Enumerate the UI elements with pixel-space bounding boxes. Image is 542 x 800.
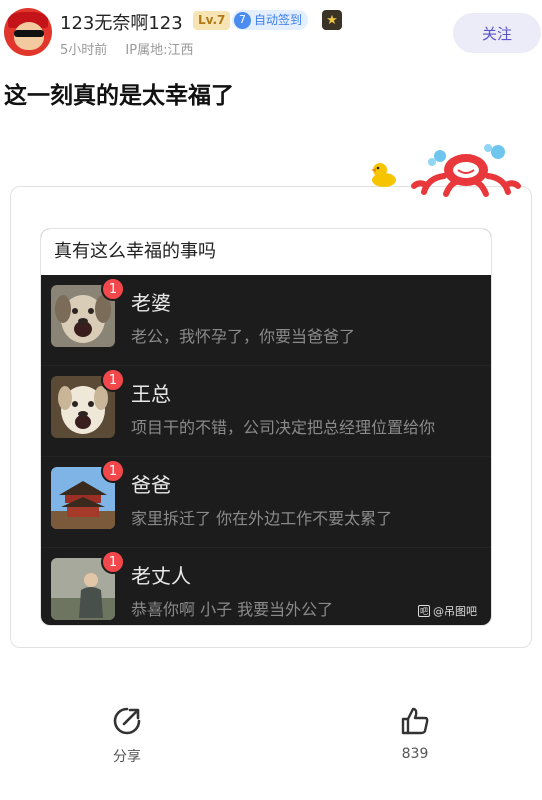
unread-badge: 1 xyxy=(101,277,125,301)
chat-name: 爸爸 xyxy=(131,473,171,497)
avatar-glasses xyxy=(14,30,44,37)
screenshot-title: 真有这么幸福的事吗 xyxy=(41,229,491,275)
chat-name: 王总 xyxy=(131,382,171,406)
share-button[interactable]: 分享 xyxy=(87,706,167,776)
medal-icon: ★ xyxy=(322,10,342,30)
duck-sticker-icon xyxy=(371,163,396,187)
avatar[interactable] xyxy=(4,8,52,56)
watermark-icon: 吧 xyxy=(418,605,430,617)
watermark-text: @吊图吧 xyxy=(433,605,477,618)
follow-button[interactable]: 关注 xyxy=(453,13,541,53)
thumbs-up-icon xyxy=(401,707,429,735)
chat-item: 1 爸爸 家里拆迁了 你在外边工作不要太累了 xyxy=(41,457,491,548)
unread-badge: 1 xyxy=(101,459,125,483)
chat-message: 项目干的不错，公司决定把总经理位置给你 xyxy=(131,418,436,437)
author-name[interactable]: 123无奈啊123 xyxy=(60,9,183,35)
chat-message: 老公，我怀孕了，你要当爸爸了 xyxy=(131,327,356,346)
share-label: 分享 xyxy=(113,749,141,765)
level-badge: Lv.7 xyxy=(193,11,231,30)
unread-badge: 1 xyxy=(101,368,125,392)
like-count: 839 xyxy=(401,746,429,762)
checkin-label: 自动签到 xyxy=(254,13,303,27)
share-icon xyxy=(113,707,141,735)
watermark: 吧 @吊图吧 xyxy=(418,603,477,619)
chat-item: 1 老婆 老公，我怀孕了，你要当爸爸了 xyxy=(41,275,491,366)
chat-message: 家里拆迁了 你在外边工作不要太累了 xyxy=(131,509,393,528)
unread-badge: 1 xyxy=(101,550,125,574)
chat-name: 老丈人 xyxy=(131,564,191,588)
crab-sticker-icon xyxy=(411,144,521,197)
post-page: 123无奈啊123 Lv.7 7 自动签到 ★ 5小时前 IP属地:江西 关注 … xyxy=(0,0,542,800)
post-meta: 5小时前 IP属地:江西 xyxy=(60,39,193,58)
chat-name: 老婆 xyxy=(131,291,171,315)
chat-item: 1 王总 项目干的不错，公司决定把总经理位置给你 xyxy=(41,366,491,457)
checkin-days: 7 xyxy=(234,11,251,29)
post-header: 123无奈啊123 Lv.7 7 自动签到 ★ 5小时前 IP属地:江西 关注 xyxy=(0,0,542,64)
chat-screenshot[interactable]: 真有这么幸福的事吗 1 老婆 老公，我怀孕了，你要当爸爸了 1 王总 项目干的不… xyxy=(40,228,492,626)
post-title: 这一刻真的是太幸福了 xyxy=(4,83,234,109)
post-location: IP属地:江西 xyxy=(125,43,194,58)
checkin-badge: 7 自动签到 xyxy=(232,10,309,30)
like-button[interactable]: 839 xyxy=(375,706,455,776)
post-time: 5小时前 xyxy=(60,43,108,58)
